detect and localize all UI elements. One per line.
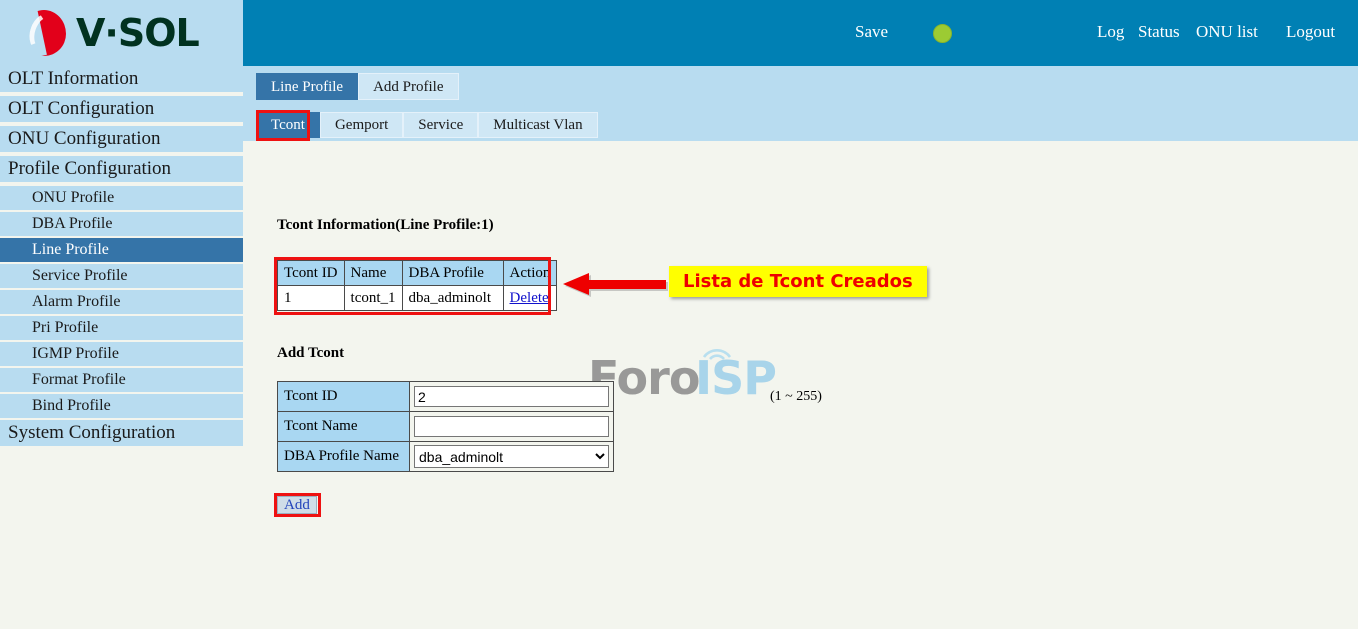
save-link[interactable]: Save <box>855 22 888 42</box>
vsol-flame-logo-icon <box>11 5 70 61</box>
tab-add-profile[interactable]: Add Profile <box>358 73 459 100</box>
form-row-tcont-id: Tcont ID (1 ~ 255) <box>277 381 822 412</box>
primary-tab-row: Line Profile Add Profile <box>256 73 459 100</box>
cell-tcont-id: 1 <box>277 285 345 311</box>
watermark-text-right: ISP <box>695 351 777 405</box>
tab-service[interactable]: Service <box>403 112 479 138</box>
add-tcont-title: Add Tcont <box>277 345 345 361</box>
brand-name: V·SOL <box>76 11 200 55</box>
sidebar-item-system-configuration[interactable]: System Configuration <box>0 420 243 446</box>
dba-profile-select[interactable]: dba_adminolt <box>414 445 609 468</box>
header-bar: Save Log Status ONU list Logout <box>243 0 1358 66</box>
status-link[interactable]: Status <box>1138 22 1180 42</box>
tcont-id-input[interactable] <box>414 386 609 407</box>
cell-dba-profile: dba_adminolt <box>401 285 504 311</box>
delete-link[interactable]: Delete <box>510 290 549 306</box>
table-header-row: Tcont ID Name DBA Profile Action <box>277 260 558 286</box>
sidebar-item-bind-profile[interactable]: Bind Profile <box>0 394 243 418</box>
column-header-tcont-id: Tcont ID <box>277 260 345 286</box>
sidebar-item-olt-information[interactable]: OLT Information <box>0 66 243 92</box>
column-header-action: Action <box>502 260 558 286</box>
label-dba-profile-name: DBA Profile Name <box>277 441 410 472</box>
tcont-information-title: Tcont Information(Line Profile:1) <box>277 217 494 233</box>
table-row: 1 tcont_1 dba_adminolt Delete <box>277 285 558 311</box>
add-button[interactable]: Add <box>277 496 317 514</box>
sidebar-item-format-profile[interactable]: Format Profile <box>0 368 243 392</box>
sidebar-item-profile-configuration[interactable]: Profile Configuration <box>0 156 243 182</box>
status-indicator-dot <box>933 24 952 43</box>
page-header: V·SOL Save Log Status ONU list Logout <box>0 0 1358 66</box>
field-dba-profile-name: dba_adminolt <box>409 441 614 472</box>
tab-line-profile[interactable]: Line Profile <box>256 73 359 100</box>
form-row-tcont-name: Tcont Name <box>277 411 614 442</box>
main-panel: Line Profile Add Profile Tcont Gemport S… <box>243 66 1358 629</box>
cell-action: Delete <box>502 285 558 311</box>
field-tcont-name <box>409 411 614 442</box>
sidebar-item-pri-profile[interactable]: Pri Profile <box>0 316 243 340</box>
red-left-arrow-icon <box>563 273 668 297</box>
sidebar-item-alarm-profile[interactable]: Alarm Profile <box>0 290 243 314</box>
brand-logo-area: V·SOL <box>0 0 243 66</box>
sidebar-item-onu-configuration[interactable]: ONU Configuration <box>0 126 243 152</box>
annotation-callout: Lista de Tcont Creados <box>669 266 927 297</box>
tab-multicast-vlan[interactable]: Multicast Vlan <box>478 112 598 138</box>
label-tcont-name: Tcont Name <box>277 411 410 442</box>
form-row-dba-profile: DBA Profile Name dba_adminolt <box>277 441 614 472</box>
sidebar-item-olt-configuration[interactable]: OLT Configuration <box>0 96 243 122</box>
sidebar-item-line-profile[interactable]: Line Profile <box>0 238 243 262</box>
add-tcont-form-table: Tcont ID (1 ~ 255) Tcont Name DBA Profil… <box>277 381 822 472</box>
field-tcont-id: (1 ~ 255) <box>409 381 822 412</box>
tcont-information-table: Tcont ID Name DBA Profile Action 1 tcont… <box>277 260 558 311</box>
log-link[interactable]: Log <box>1097 22 1124 42</box>
column-header-name: Name <box>343 260 403 286</box>
secondary-tab-row: Tcont Gemport Service Multicast Vlan <box>256 112 598 138</box>
cell-name: tcont_1 <box>343 285 403 311</box>
tab-strip: Line Profile Add Profile Tcont Gemport S… <box>243 66 1358 141</box>
tcont-id-range-hint: (1 ~ 255) <box>770 389 822 404</box>
tab-tcont[interactable]: Tcont <box>256 112 320 138</box>
sidebar-nav: OLT Information OLT Configuration ONU Co… <box>0 66 243 450</box>
sidebar-item-dba-profile[interactable]: DBA Profile <box>0 212 243 236</box>
onu-list-link[interactable]: ONU list <box>1196 22 1258 42</box>
foroisp-watermark: Foro ISP <box>588 337 778 405</box>
logout-link[interactable]: Logout <box>1286 22 1335 42</box>
column-header-dba-profile: DBA Profile <box>401 260 504 286</box>
signal-tower-icon <box>702 349 732 360</box>
sidebar-item-onu-profile[interactable]: ONU Profile <box>0 186 243 210</box>
label-tcont-id: Tcont ID <box>277 381 410 412</box>
sidebar-item-service-profile[interactable]: Service Profile <box>0 264 243 288</box>
content-area: Tcont Information(Line Profile:1) Tcont … <box>243 141 1358 629</box>
sidebar-item-igmp-profile[interactable]: IGMP Profile <box>0 342 243 366</box>
tab-gemport[interactable]: Gemport <box>319 112 404 138</box>
tcont-name-input[interactable] <box>414 416 609 437</box>
